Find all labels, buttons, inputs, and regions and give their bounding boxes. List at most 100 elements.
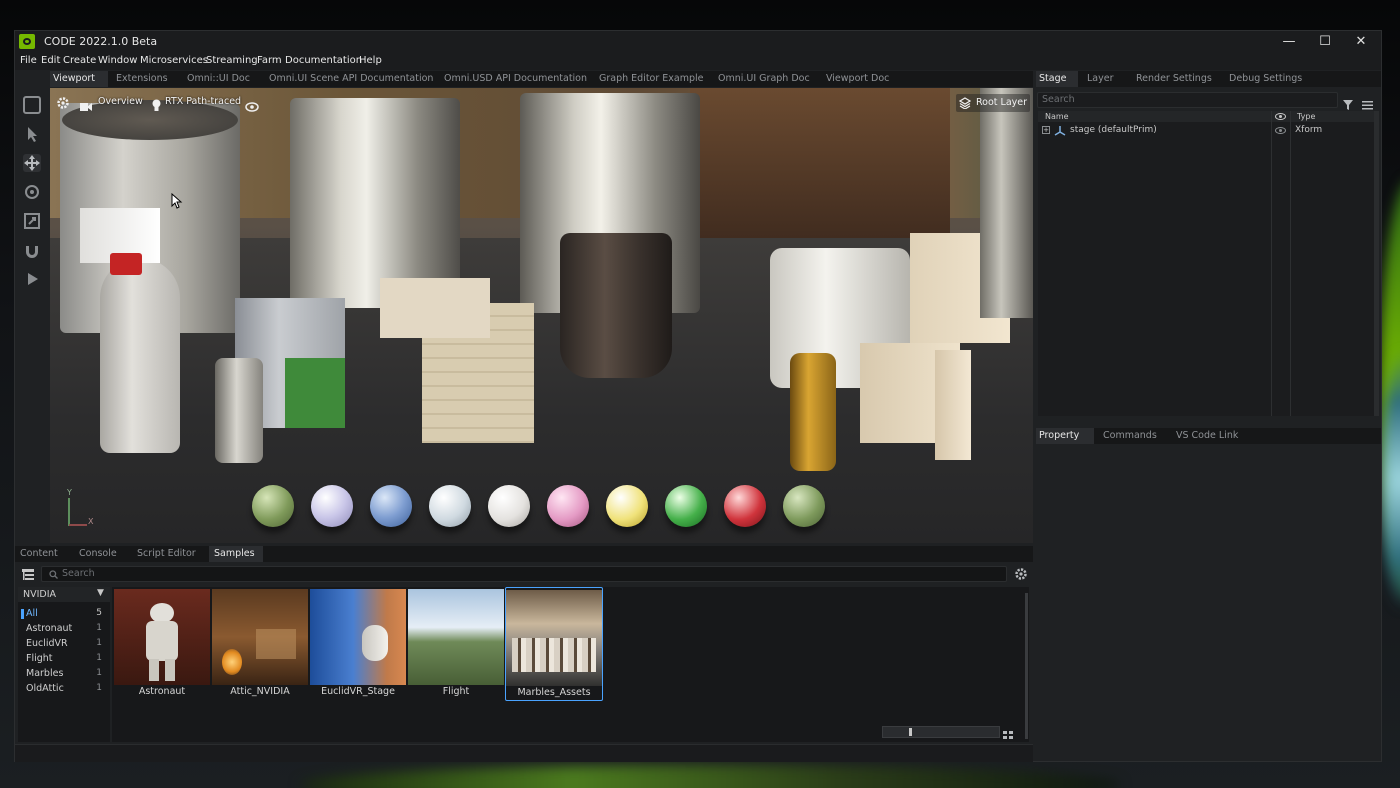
select-mode-icon[interactable] (23, 96, 41, 114)
vertical-scrollbar[interactable] (1025, 593, 1028, 739)
maximize-button[interactable]: ☐ (1310, 33, 1340, 51)
visibility-eye-icon[interactable] (1275, 127, 1286, 134)
layer-selector[interactable]: Root Layer (956, 94, 1030, 112)
category-count: 1 (96, 638, 102, 648)
sample-thumbnail (506, 590, 602, 686)
slider-handle[interactable] (909, 728, 912, 736)
pointer-icon[interactable] (23, 125, 41, 143)
menu-streaming[interactable]: Streaming (206, 55, 258, 66)
library-label: NVIDIA (23, 589, 57, 600)
category-astronaut[interactable]: Astronaut 1 (18, 621, 110, 636)
tab-samples[interactable]: Samples (209, 546, 263, 562)
tab-omni-ui-doc[interactable]: Omni::UI Doc (185, 71, 250, 87)
category-count: 1 (96, 623, 102, 633)
axis-x-label: X (88, 517, 94, 526)
tab-layer[interactable]: Layer (1085, 71, 1114, 87)
tab-graph-editor-example[interactable]: Graph Editor Example (597, 71, 704, 87)
samples-grid: Astronaut Attic_NVIDIA EuclidVR_Stage Fl… (112, 587, 1029, 742)
tab-property[interactable]: Property (1036, 428, 1094, 444)
category-label: Marbles (26, 668, 64, 679)
play-icon[interactable] (23, 270, 41, 288)
tab-viewport[interactable]: Viewport (50, 71, 108, 87)
camera-icon[interactable] (80, 97, 92, 111)
category-count: 1 (96, 683, 102, 693)
category-marbles[interactable]: Marbles 1 (18, 666, 110, 681)
backdrop-box (690, 88, 950, 248)
viewport-toolbar (15, 88, 49, 543)
expand-icon[interactable]: + (1042, 126, 1050, 134)
sample-thumbnail (114, 589, 210, 685)
prim-type: Xform (1295, 125, 1323, 135)
tab-commands[interactable]: Commands (1101, 428, 1157, 444)
spray-gun (980, 88, 1033, 318)
wooden-block (380, 278, 490, 338)
sample-item-marbles-assets[interactable]: Marbles_Assets (505, 587, 603, 701)
snap-icon[interactable] (23, 241, 41, 259)
sample-label: EuclidVR_Stage (321, 686, 395, 697)
tab-extensions[interactable]: Extensions (114, 71, 168, 87)
rotate-icon[interactable] (23, 183, 41, 201)
tab-console[interactable]: Console (77, 546, 117, 562)
sample-label: Flight (442, 686, 470, 697)
gear-icon[interactable] (1014, 566, 1028, 585)
tab-viewport-doc[interactable]: Viewport Doc (824, 71, 889, 87)
title-bar: CODE 2022.1.0 Beta — ☐ ✕ (15, 31, 1381, 53)
sample-item-astronaut[interactable]: Astronaut (113, 587, 211, 701)
sample-label: Attic_NVIDIA (230, 686, 290, 697)
stage-search-input[interactable]: Search (1037, 92, 1338, 108)
tab-render-settings[interactable]: Render Settings (1134, 71, 1212, 87)
eye-icon[interactable] (245, 97, 259, 116)
sample-item-euclidvr-stage[interactable]: EuclidVR_Stage (309, 587, 407, 701)
renderer-selector[interactable]: RTX Path-traced (165, 96, 241, 107)
sample-item-flight[interactable]: Flight (407, 587, 505, 701)
viewport-render[interactable]: Overview RTX Path-traced Root Layer Y X (50, 88, 1033, 543)
sample-item-attic-nvidia[interactable]: Attic_NVIDIA (211, 587, 309, 701)
menu-farm[interactable]: Farm (257, 55, 282, 66)
menu-file[interactable]: File (20, 55, 37, 66)
camera-selector[interactable]: Overview (98, 96, 143, 107)
tab-content[interactable]: Content (18, 546, 58, 562)
stage-property-panel: Stage Layer Render Settings Debug Settin… (1036, 70, 1381, 761)
nvidia-logo-icon (19, 34, 35, 49)
menu-create[interactable]: Create (63, 55, 96, 66)
tab-omni-usd-api-doc[interactable]: Omni.USD API Documentation (442, 71, 587, 87)
close-button[interactable]: ✕ (1346, 33, 1376, 51)
samples-search-input[interactable]: Search (41, 566, 1007, 582)
category-label: Flight (26, 653, 53, 664)
category-all[interactable]: All 5 (18, 606, 110, 621)
thumbnail-size-slider[interactable] (882, 726, 1000, 738)
library-dropdown[interactable]: NVIDIA ▼ (18, 587, 110, 602)
layers-icon (959, 97, 971, 109)
grid-view-icon[interactable] (1001, 726, 1015, 739)
axis-x-line (69, 524, 87, 526)
menu-microservices[interactable]: Microservices (140, 55, 208, 66)
category-label: All (26, 608, 38, 619)
tab-script-editor[interactable]: Script Editor (135, 546, 196, 562)
bottom-tab-bar: Content Console Script Editor Samples (15, 546, 1033, 562)
tab-vs-code-link[interactable]: VS Code Link (1174, 428, 1238, 444)
menu-documentation[interactable]: Documentation (285, 55, 362, 66)
property-content (1036, 444, 1381, 761)
tab-omni-ui-graph-doc[interactable]: Omni.UI Graph Doc (716, 71, 810, 87)
move-icon[interactable] (23, 154, 41, 172)
category-flight[interactable]: Flight 1 (18, 651, 110, 666)
tab-debug-settings[interactable]: Debug Settings (1227, 71, 1302, 87)
stage-tab-bar: Stage Layer Render Settings Debug Settin… (1036, 71, 1381, 87)
minimize-button[interactable]: — (1274, 33, 1304, 51)
menu-edit[interactable]: Edit (41, 55, 60, 66)
category-euclidvr[interactable]: EuclidVR 1 (18, 636, 110, 651)
gold-spray-can (790, 353, 836, 471)
marble-ball (370, 485, 412, 527)
viewport-settings-icon[interactable] (56, 95, 70, 114)
stage-scrollbar[interactable] (1374, 111, 1379, 416)
tab-stage[interactable]: Stage (1036, 71, 1078, 87)
column-name-header: Name (1045, 112, 1069, 121)
filter-tree-icon[interactable] (21, 567, 35, 581)
tab-omni-ui-scene-api-doc[interactable]: Omni.UI Scene API Documentation (267, 71, 433, 87)
menu-window[interactable]: Window (98, 55, 137, 66)
stage-row[interactable]: + stage (defaultPrim) Xform (1038, 124, 1374, 138)
menu-help[interactable]: Help (359, 55, 382, 66)
stage-tree: Name Type + stage (defaultPrim) Xform (1038, 111, 1374, 416)
category-oldattic[interactable]: OldAttic 1 (18, 681, 110, 696)
scale-icon[interactable] (23, 212, 41, 230)
